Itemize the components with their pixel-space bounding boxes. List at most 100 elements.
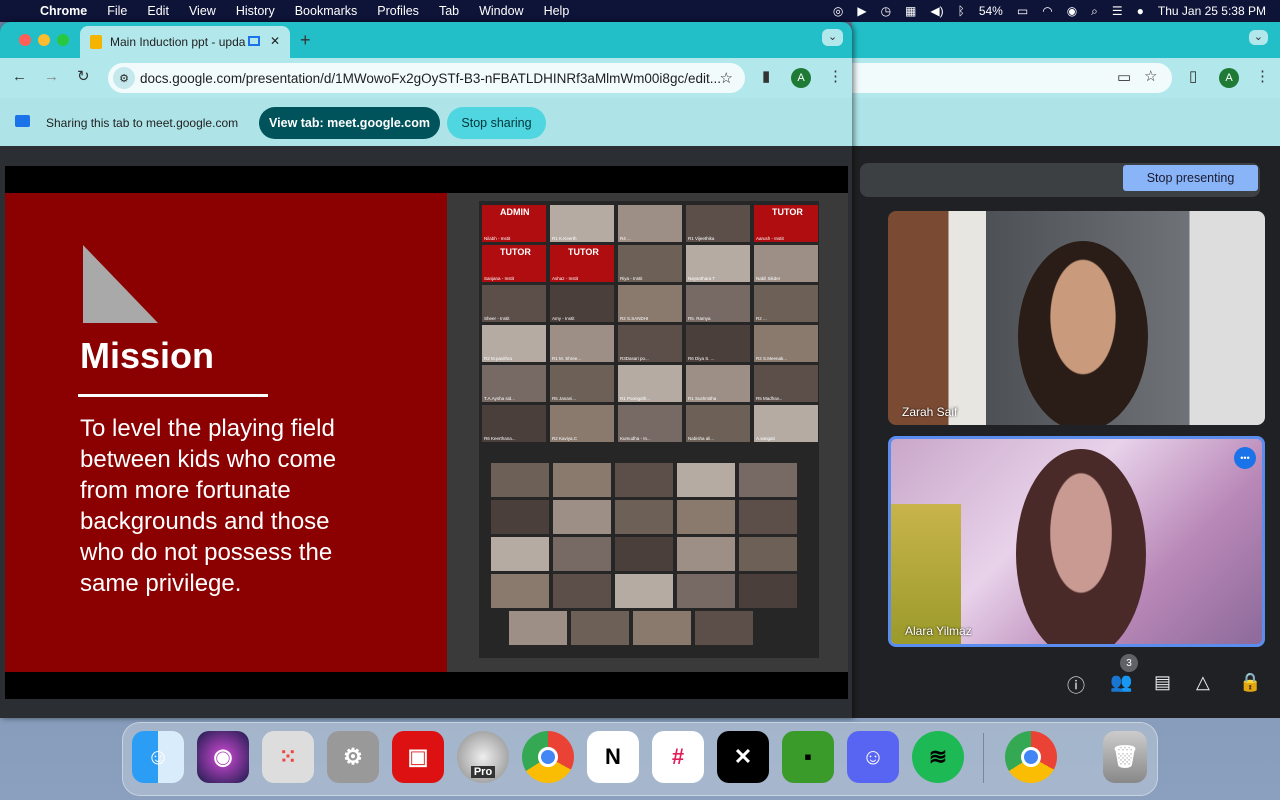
spotify-app[interactable]: ≋	[912, 731, 964, 783]
menu-icon[interactable]: ⋮	[828, 69, 843, 84]
notion-app[interactable]: N	[587, 731, 639, 783]
activities-icon[interactable]: △	[1196, 672, 1210, 693]
title-underline	[78, 394, 268, 397]
host-controls-icon[interactable]: 🔒	[1239, 672, 1261, 693]
address-bar[interactable]: ⚙ docs.google.com/presentation/d/1MWowoF…	[108, 63, 745, 93]
meeting-info-icon[interactable]: ⓘ	[1067, 672, 1085, 698]
menu-bookmarks[interactable]: Bookmarks	[295, 4, 358, 18]
site-info-icon[interactable]: ⚙	[113, 67, 135, 89]
menu-window[interactable]: Window	[479, 4, 523, 18]
launchpad-app[interactable]: ⁙	[262, 731, 314, 783]
tile-participant-name: R2 Kaviya.C	[552, 436, 578, 441]
stop-presenting-button[interactable]: Stop presenting	[1123, 165, 1258, 191]
tile-participant-name: R1 M. Shree...	[552, 356, 582, 361]
camera-icon[interactable]: ▭	[1117, 70, 1131, 85]
slide-body: To level the playing field between kids …	[80, 415, 337, 597]
menu-view[interactable]: View	[189, 4, 216, 18]
screen-share-icon[interactable]: ◎	[833, 4, 843, 18]
spotlight-icon[interactable]: ⌕	[1091, 4, 1098, 19]
gallery-tile	[739, 463, 797, 497]
discord-app[interactable]: ☺	[847, 731, 899, 783]
close-window-button[interactable]	[19, 34, 31, 46]
volume-icon[interactable]: ◀)	[930, 4, 943, 18]
gallery-tile	[695, 611, 753, 645]
chrome-app[interactable]	[522, 731, 574, 783]
minimize-window-button[interactable]	[38, 34, 50, 46]
tab-search-icon[interactable]: ⌄	[1248, 30, 1268, 45]
tab-main-induction[interactable]: Main Induction ppt - upda ✕	[80, 26, 290, 58]
media-icon[interactable]: ▶	[857, 4, 866, 18]
flag-icon[interactable]: ▦	[905, 4, 916, 18]
photo-booth-app[interactable]: ▣	[392, 731, 444, 783]
time-machine-icon[interactable]: ◷	[881, 4, 891, 18]
forward-icon[interactable]: →	[44, 69, 59, 84]
participant-tile-self[interactable]: ••• Alara Yilmaz	[888, 436, 1265, 647]
tile-participant-name: Nilabh - Instit	[484, 236, 511, 241]
triangle-decoration	[83, 245, 158, 323]
google-earth-pro-app[interactable]: Pro	[457, 731, 509, 783]
tile-participant-name: R4 ...	[620, 236, 631, 241]
participant-tile[interactable]: Zarah Saif	[888, 211, 1265, 425]
slack-app[interactable]: #	[652, 731, 704, 783]
siri-icon[interactable]: ●	[1137, 4, 1144, 18]
menu-tab[interactable]: Tab	[439, 4, 459, 18]
gallery-tile: R5 Janani...	[550, 365, 614, 402]
tile-participant-name: R5 Madhav...	[756, 396, 783, 401]
user-icon[interactable]: ◉	[1067, 4, 1077, 18]
menu-history[interactable]: History	[236, 4, 275, 18]
capcut-app[interactable]: ✕	[717, 731, 769, 783]
gallery-tile	[553, 574, 611, 608]
menu-app-name[interactable]: Chrome	[40, 4, 87, 18]
siri-app[interactable]: ◉	[197, 731, 249, 783]
new-tab-button[interactable]: +	[300, 31, 311, 49]
clock[interactable]: Thu Jan 25 5:38 PM	[1158, 4, 1266, 18]
tile-participant-name: Ashaz - Instit	[552, 276, 579, 281]
more-options-button[interactable]: •••	[1234, 447, 1256, 469]
tab-search-icon[interactable]: ⌄	[822, 29, 844, 46]
back-icon[interactable]: ←	[12, 69, 27, 84]
trash-app[interactable]: 🗑	[1103, 731, 1147, 783]
tile-participant-name: Nabil Sikder	[756, 276, 781, 281]
gallery-tile: R2 S.SANDHI	[618, 285, 682, 322]
system-settings-app[interactable]: ⚙	[327, 731, 379, 783]
gallery-tile	[553, 500, 611, 534]
bluetooth-icon[interactable]: ᛒ	[958, 4, 965, 18]
close-tab-icon[interactable]: ✕	[270, 34, 280, 48]
menu-icon[interactable]: ⋮	[1255, 69, 1270, 84]
bookmark-star-icon[interactable]: ☆	[720, 69, 733, 87]
menu-profiles[interactable]: Profiles	[377, 4, 419, 18]
tile-participant-name: R1 K.Keerth	[552, 236, 577, 241]
menu-bar: Chrome File Edit View History Bookmarks …	[0, 0, 1280, 22]
bookmark-star-icon[interactable]: ☆	[1144, 69, 1157, 84]
profile-avatar[interactable]: A	[791, 68, 811, 88]
minecraft-app[interactable]: ▪	[782, 731, 834, 783]
wifi-icon[interactable]: ◠	[1042, 4, 1052, 18]
menu-file[interactable]: File	[107, 4, 127, 18]
profile-avatar[interactable]: A	[1219, 68, 1239, 88]
tile-role-tag: TUTOR	[568, 247, 599, 257]
menu-edit[interactable]: Edit	[147, 4, 169, 18]
battery-icon[interactable]: ▭	[1017, 4, 1028, 18]
tile-participant-name: Amy - Instit	[552, 316, 575, 321]
stop-sharing-button[interactable]: Stop sharing	[447, 107, 546, 139]
view-tab-button[interactable]: View tab: meet.google.com	[259, 107, 440, 139]
side-panel-icon[interactable]: ▯	[1189, 69, 1197, 84]
tile-role-tag: ADMIN	[500, 207, 530, 217]
side-panel-icon[interactable]: ▮	[762, 69, 770, 84]
reload-icon[interactable]: ↻	[77, 69, 90, 84]
dock-divider	[983, 733, 984, 783]
chrome-minimized-app[interactable]	[1005, 731, 1057, 783]
tile-participant-name: Kumudha - In...	[620, 436, 651, 441]
slide-title: Mission	[80, 335, 215, 376]
gallery-tile	[491, 537, 549, 571]
tile-participant-name: A.sangati	[756, 436, 775, 441]
gallery-tile	[615, 574, 673, 608]
finder-app[interactable]: ☺	[132, 731, 184, 783]
sharing-icon	[15, 115, 30, 127]
control-center-icon[interactable]: ☰	[1112, 4, 1123, 18]
menu-help[interactable]: Help	[544, 4, 570, 18]
gallery-tile: R1 K.Keerth	[550, 205, 614, 242]
chat-icon[interactable]: ▤	[1154, 672, 1171, 693]
people-icon[interactable]: 👥	[1110, 672, 1132, 693]
zoom-window-button[interactable]	[57, 34, 69, 46]
